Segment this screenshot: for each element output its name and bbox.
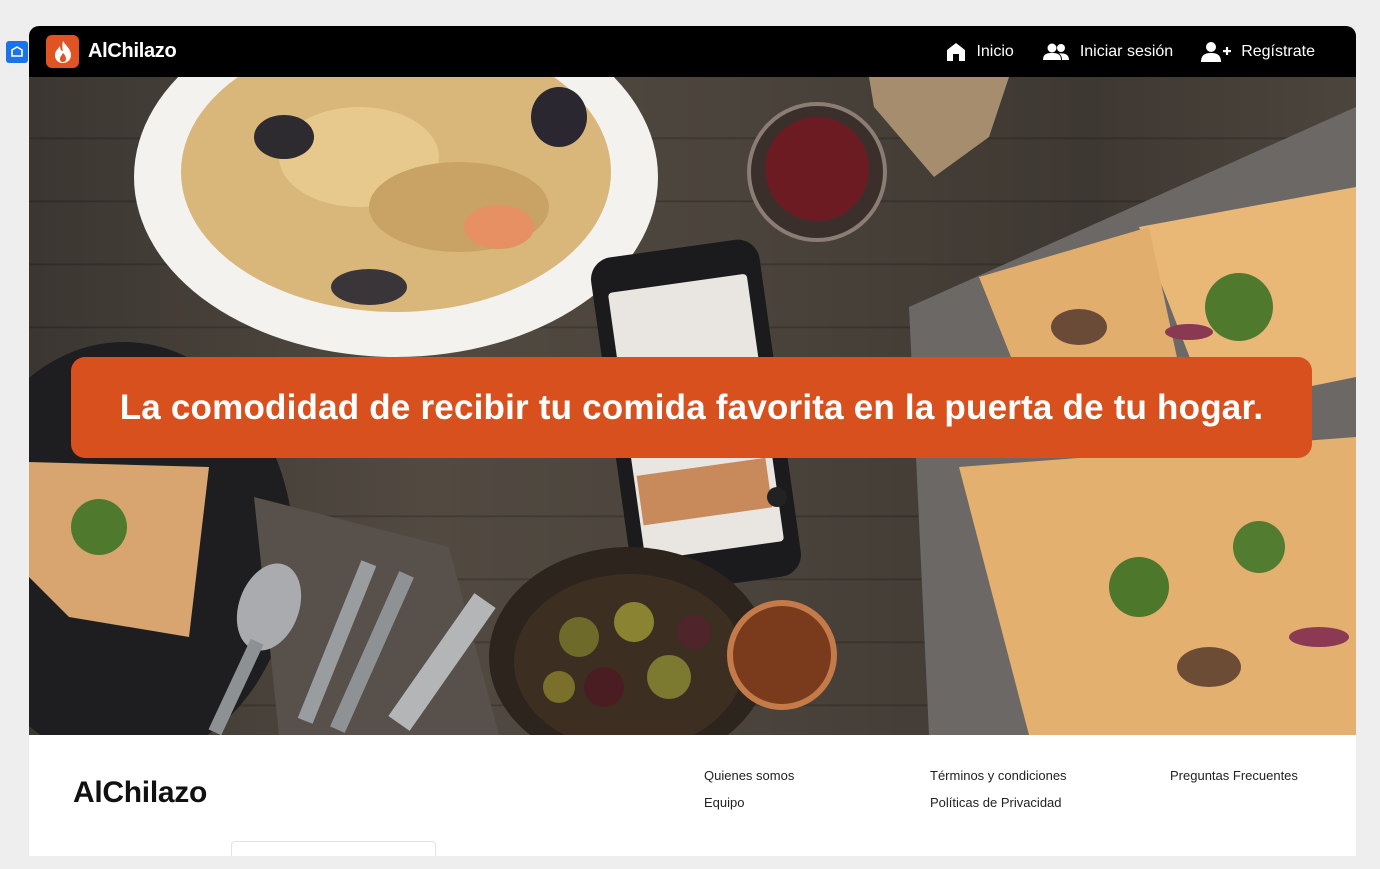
footer-link-privacidad[interactable]: Políticas de Privacidad [930, 795, 1067, 810]
nav-item-label: Regístrate [1241, 42, 1315, 60]
top-navbar: AlChilazo Inicio Iniciar sesión Regístra… [29, 26, 1356, 77]
brand-name: AlChilazo [88, 40, 177, 62]
footer-link-quienes-somos[interactable]: Quienes somos [704, 768, 794, 783]
users-icon [1042, 43, 1069, 60]
add-user-icon [1201, 41, 1232, 62]
hero-headline: La comodidad de recibir tu comida favori… [119, 387, 1264, 427]
hero-section: La comodidad de recibir tu comida favori… [29, 77, 1356, 735]
extension-badge-icon[interactable] [6, 41, 28, 63]
footer-column-legal: Términos y condiciones Políticas de Priv… [930, 768, 1067, 822]
nav-links: Inicio Iniciar sesión Regístrate [918, 41, 1315, 63]
footer-link-equipo[interactable]: Equipo [704, 795, 794, 810]
footer-column-about: Quienes somos Equipo [704, 768, 794, 822]
footer-link-terminos[interactable]: Términos y condiciones [930, 768, 1067, 783]
brand[interactable]: AlChilazo [46, 35, 177, 68]
footer-column-help: Preguntas Frecuentes [1170, 768, 1298, 795]
home-icon [947, 42, 966, 61]
footer: AlChilazo Quienes somos Equipo Términos … [29, 735, 1356, 856]
nav-item-label: Inicio [976, 42, 1014, 60]
footer-link-faq[interactable]: Preguntas Frecuentes [1170, 768, 1298, 783]
footer-brand: AlChilazo [73, 776, 207, 809]
nav-item-label: Iniciar sesión [1079, 42, 1174, 60]
hero-headline-banner: La comodidad de recibir tu comida favori… [71, 357, 1312, 458]
nav-item-inicio[interactable]: Inicio [945, 41, 1014, 63]
browser-viewport: AlChilazo Inicio Iniciar sesión Regístra… [29, 26, 1356, 856]
flame-logo-icon [46, 35, 79, 68]
nav-item-iniciar-sesion[interactable]: Iniciar sesión [1041, 42, 1173, 62]
nav-item-registrate[interactable]: Regístrate [1200, 41, 1315, 63]
footer-partial-box [231, 841, 436, 856]
